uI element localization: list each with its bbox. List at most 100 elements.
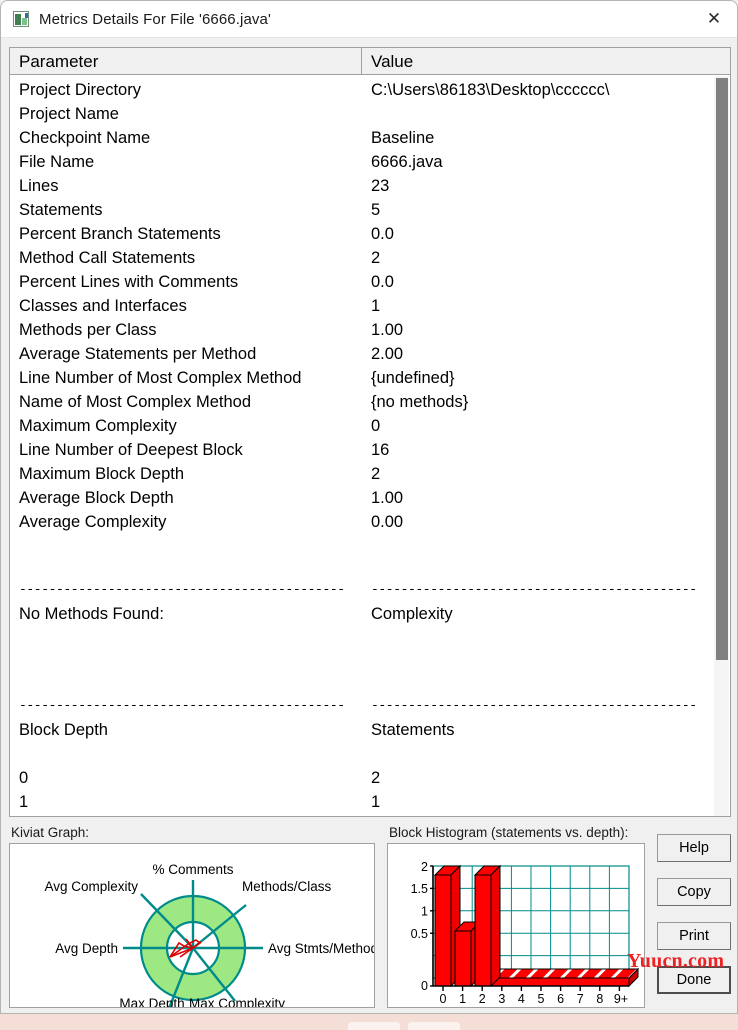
cell-parameter: Method Call Statements (19, 249, 196, 267)
cell-parameter: File Name (19, 153, 95, 171)
svg-text:4: 4 (518, 992, 525, 1006)
block-histogram-section: Block Histogram (statements vs. depth): (387, 825, 645, 1008)
table-spacer (10, 534, 730, 558)
svg-text:3: 3 (498, 992, 505, 1006)
table-spacer (10, 742, 730, 766)
table-row: Lines 23 (10, 174, 730, 198)
svg-text:2: 2 (421, 860, 428, 874)
svg-text:1: 1 (421, 905, 428, 919)
kiviat-axis-label-avg-depth: Avg Depth (55, 941, 118, 956)
cell-parameter: Statements (19, 201, 103, 219)
cell-parameter: Average Block Depth (19, 489, 174, 507)
divider-right: ----------------------------------------… (371, 582, 697, 597)
svg-text:0: 0 (421, 979, 428, 993)
metrics-app-icon (13, 11, 29, 27)
cell-parameter: Percent Lines with Comments (19, 273, 239, 291)
cell-value: Complexity (371, 605, 453, 623)
cell-value: 6666.java (371, 153, 443, 171)
cell-parameter: Lines (19, 177, 59, 195)
section-divider: ----------------------------------------… (10, 694, 730, 718)
divider-left: ----------------------------------------… (19, 698, 345, 713)
histogram-bar-2 (473, 864, 502, 988)
table-body: Project Directory C:\Users\86183\Desktop\… (10, 75, 730, 816)
help-button[interactable]: Help (657, 834, 731, 862)
print-button[interactable]: Print (657, 922, 731, 950)
svg-text:6: 6 (557, 992, 564, 1006)
section-divider: ----------------------------------------… (10, 578, 730, 602)
table-row: Maximum Block Depth 2 (10, 462, 730, 486)
table-spacer (10, 650, 730, 674)
table-row: Line Number of Most Complex Method {undef… (10, 366, 730, 390)
table-spacer (10, 674, 730, 694)
cell-value: 0 (371, 417, 381, 435)
column-header-value[interactable]: Value (362, 48, 730, 74)
cell-value (362, 102, 730, 126)
histogram-floor (490, 967, 640, 988)
svg-text:8: 8 (596, 992, 603, 1006)
cell-value: Statements (371, 721, 455, 739)
copy-button[interactable]: Copy (657, 878, 731, 906)
kiviat-axis-label-comments: % Comments (152, 862, 233, 877)
svg-text:7: 7 (577, 992, 584, 1006)
svg-text:9+: 9+ (614, 992, 628, 1006)
block-depth-row: 11 (10, 790, 730, 814)
column-header-parameter[interactable]: Parameter (10, 48, 362, 74)
kiviat-axis-label-avg-stmts: Avg Stmts/Method (268, 941, 375, 956)
histogram-x-ticks: 0 1 2 3 4 5 6 7 8 9+ (440, 992, 629, 1006)
kiviat-graph: % Comments Methods/Class Avg Stmts/Metho… (9, 843, 375, 1008)
svg-text:2: 2 (479, 992, 486, 1006)
kiviat-svg: % Comments Methods/Class Avg Stmts/Metho… (44, 862, 375, 1008)
taskbar-item[interactable] (408, 1022, 460, 1030)
scrollbar-thumb[interactable] (716, 78, 728, 660)
table-row: Percent Lines with Comments 0.0 (10, 270, 730, 294)
svg-text:1: 1 (459, 992, 466, 1006)
window-title: Metrics Details For File '6666.java' (39, 10, 271, 28)
title-bar: Metrics Details For File '6666.java' ✕ (1, 1, 737, 38)
table-spacer (10, 626, 730, 650)
cell-parameter: Maximum Complexity (19, 417, 177, 435)
kiviat-axis-label-max-depth: Max Depth (119, 996, 184, 1008)
table-row: Checkpoint Name Baseline (10, 126, 730, 150)
bottom-panels: Kiviat Graph: % Comments Methods/Class A… (9, 825, 731, 1013)
cell-parameter: Maximum Block Depth (19, 465, 185, 483)
cell-value: Baseline (371, 129, 435, 147)
cell-value: 1.00 (371, 489, 404, 507)
close-icon[interactable]: ✕ (691, 1, 737, 37)
kiviat-axis-label-max-complexity: Max Complexity (189, 996, 285, 1008)
section-header-methods: No Methods Found: Complexity (10, 602, 730, 626)
table-row: Average Complexity 0.00 (10, 510, 730, 534)
cell-value: {no methods} (371, 393, 469, 411)
cell-parameter: Line Number of Most Complex Method (19, 369, 302, 387)
table-row: Project Name (10, 102, 730, 126)
cell-parameter: Classes and Interfaces (19, 297, 187, 315)
cell-parameter: Average Statements per Method (19, 345, 257, 363)
table-row: Average Block Depth 1.00 (10, 486, 730, 510)
table-row: Classes and Interfaces 1 (10, 294, 730, 318)
cell-parameter: Line Number of Deepest Block (19, 441, 243, 459)
cell-parameter: 2 (10, 814, 362, 816)
done-button[interactable]: Done (657, 966, 731, 994)
metrics-details-window: Metrics Details For File '6666.java' ✕ P… (0, 0, 738, 1014)
cell-parameter: Project Name (19, 105, 119, 123)
table-row: Percent Branch Statements 0.0 (10, 222, 730, 246)
cell-parameter: Project Directory (19, 81, 141, 99)
svg-text:5: 5 (538, 992, 545, 1006)
section-header-blocks: Block Depth Statements (10, 718, 730, 742)
cell-value: 0.00 (371, 513, 404, 531)
cell-value: {undefined} (371, 369, 455, 387)
cell-parameter: Checkpoint Name (19, 129, 151, 147)
cell-parameter: Average Complexity (19, 513, 167, 531)
table-row: Maximum Complexity 0 (10, 414, 730, 438)
action-buttons: Help Copy Print Done (657, 834, 731, 1010)
block-histogram: 2 1.5 1 0.5 0 0 1 2 3 4 5 6 7 8 9+ (387, 843, 645, 1008)
vertical-scrollbar[interactable] (713, 76, 729, 816)
kiviat-label: Kiviat Graph: (11, 825, 90, 840)
histogram-svg: 2 1.5 1 0.5 0 0 1 2 3 4 5 6 7 8 9+ (411, 860, 640, 1006)
taskbar-item[interactable] (348, 1022, 400, 1030)
cell-value: 0.0 (371, 225, 394, 243)
table-row: Methods per Class 1.00 (10, 318, 730, 342)
block-depth-row: 22 (10, 814, 730, 816)
cell-value: 0.0 (371, 273, 394, 291)
svg-text:0.5: 0.5 (411, 927, 428, 941)
cell-value: C:\Users\86183\Desktop\cccccc\ (371, 81, 610, 99)
